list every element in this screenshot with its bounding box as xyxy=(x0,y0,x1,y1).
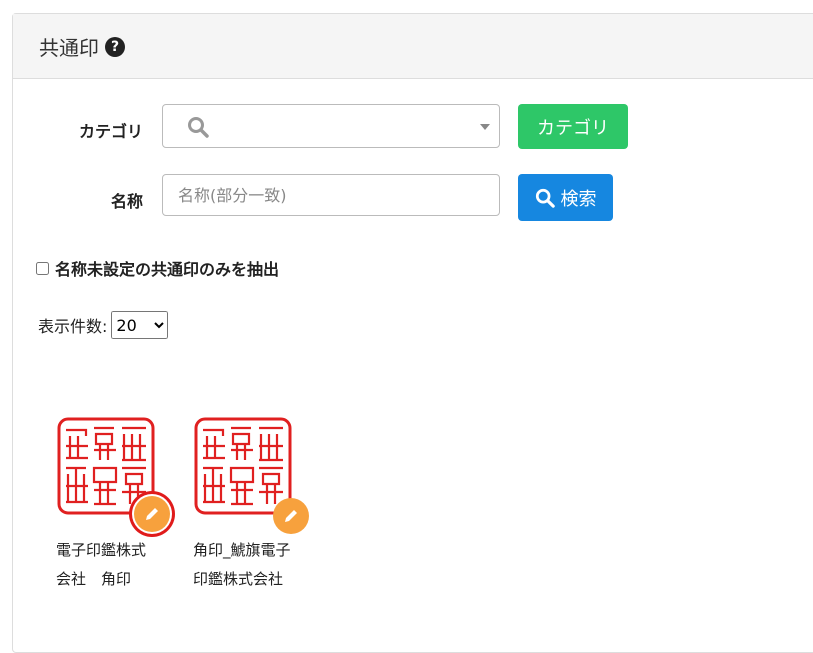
chevron-down-icon xyxy=(480,124,490,130)
seal-card[interactable]: 電子印鑑株式会社 角印 xyxy=(56,416,176,594)
category-select[interactable] xyxy=(162,104,500,148)
unnamed-filter-checkbox[interactable] xyxy=(36,261,49,275)
category-label: カテゴリ xyxy=(78,122,143,141)
panel-header: 共通印 ? xyxy=(13,14,813,79)
seal-image xyxy=(194,417,292,515)
help-icon[interactable]: ? xyxy=(105,37,125,57)
seal-thumbnail[interactable] xyxy=(193,416,309,534)
seal-card[interactable]: 角印_鯱旗電子印鑑株式会社 xyxy=(193,416,313,594)
unnamed-filter-row: 名称未設定の共通印のみを抽出 xyxy=(36,256,279,280)
search-button[interactable]: 検索 xyxy=(518,174,613,221)
panel-title: 共通印 xyxy=(39,35,99,60)
edit-seal-button[interactable] xyxy=(134,496,170,532)
seal-name: 角印_鯱旗電子印鑑株式会社 xyxy=(193,541,291,588)
pencil-icon xyxy=(285,510,297,522)
seal-thumbnail[interactable] xyxy=(56,416,170,532)
seal-name: 電子印鑑株式会社 角印 xyxy=(56,541,147,588)
search-icon xyxy=(535,188,555,208)
search-icon xyxy=(188,117,209,138)
per-page-label: 表示件数: xyxy=(38,317,108,336)
category-button-label: カテゴリ xyxy=(537,117,609,139)
unnamed-filter-label[interactable]: 名称未設定の共通印のみを抽出 xyxy=(55,256,279,280)
name-search-input[interactable] xyxy=(162,174,500,216)
search-button-label: 検索 xyxy=(560,188,597,210)
category-button[interactable]: カテゴリ xyxy=(518,104,628,149)
per-page-select[interactable]: 20 xyxy=(111,311,169,339)
pencil-icon xyxy=(146,508,158,520)
name-label: 名称 xyxy=(110,192,143,211)
per-page-row: 表示件数: 20 xyxy=(38,311,169,339)
edit-seal-button[interactable] xyxy=(273,498,309,534)
